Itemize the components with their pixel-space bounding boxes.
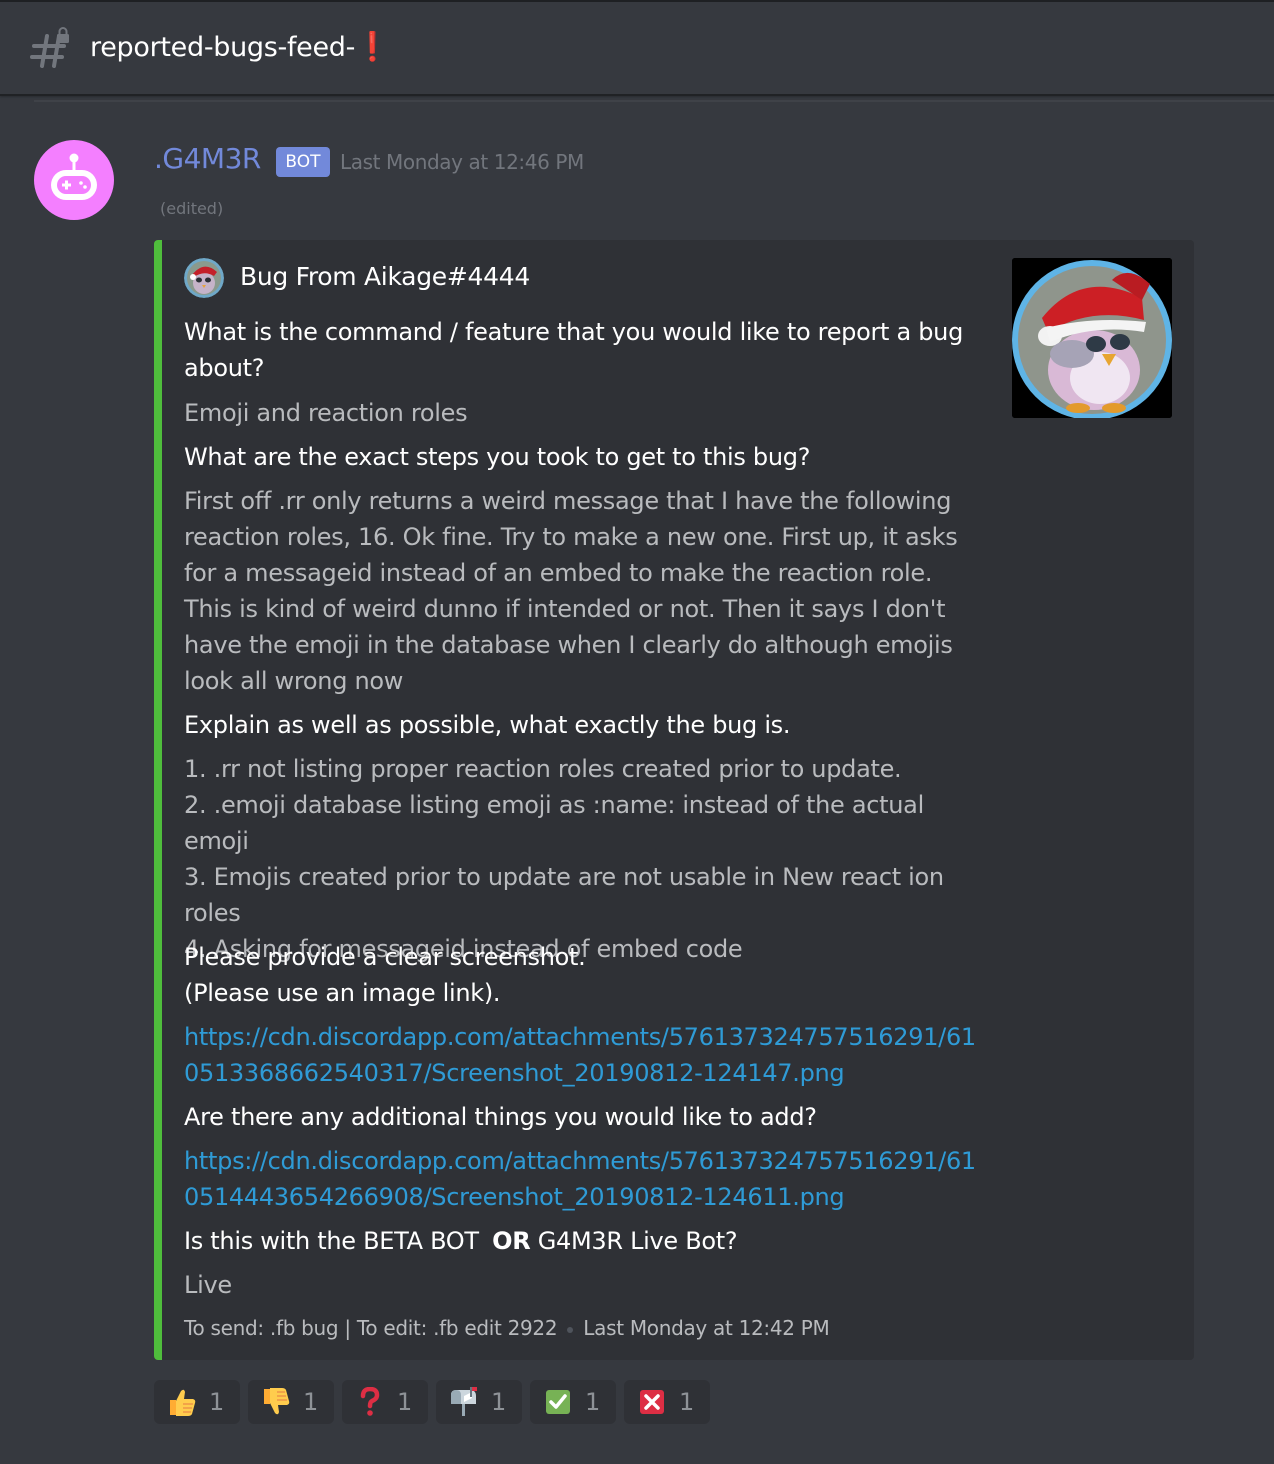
edited-indicator: (edited)	[160, 199, 224, 218]
footer-text: To send: .fb bug | To edit: .fb edit 292…	[184, 1316, 558, 1340]
embed-field-5: Are there any additional things you woul…	[184, 1099, 984, 1135]
reaction-check[interactable]: 1	[530, 1380, 616, 1424]
reaction-question[interactable]: 1	[342, 1380, 428, 1424]
reaction-count: 1	[397, 1388, 413, 1416]
list-item: 2. .emoji database listing emoji as :nam…	[184, 791, 924, 855]
field-name: What is the command / feature that you w…	[184, 318, 964, 382]
embed-field-6-value: Live	[184, 1267, 984, 1303]
reaction-count: 1	[679, 1388, 695, 1416]
field-name: Are there any additional things you woul…	[184, 1103, 817, 1131]
channel-header: reported-bugs-feed-❗	[0, 0, 1274, 96]
reaction-count: 1	[585, 1388, 601, 1416]
footer-separator	[567, 1326, 574, 1333]
embed-field-2: What are the exact steps you took to get…	[184, 439, 984, 475]
cross-mark-icon	[640, 1390, 664, 1414]
message-timestamp: Last Monday at 12:46 PM	[340, 150, 584, 174]
reaction-count: 1	[491, 1388, 507, 1416]
mailbox-icon	[451, 1387, 477, 1416]
field-name-line: Please provide a clear screenshot.	[184, 943, 586, 971]
embed-author-avatar	[184, 258, 224, 298]
screenshot-link-1[interactable]: https://cdn.discordapp.com/attachments/5…	[184, 1019, 984, 1091]
header-divider	[34, 100, 1274, 102]
question-mark-icon	[360, 1387, 380, 1416]
furby-santa-hat-image	[1012, 258, 1172, 418]
check-mark-icon	[546, 1390, 570, 1414]
reaction-cross[interactable]: 1	[624, 1380, 710, 1424]
embed-field-5-value: https://cdn.discordapp.com/attachments/5…	[184, 1143, 984, 1215]
field-name-pre: Is this with the BETA BOT	[184, 1227, 487, 1255]
robot-controller-icon	[51, 153, 97, 200]
message-author[interactable]: .G4M3R	[154, 142, 261, 175]
reaction-thumbs-down[interactable]: 1	[248, 1380, 334, 1424]
field-name-line: (Please use an image link).	[184, 979, 501, 1007]
embed-field-6: Is this with the BETA BOT OR G4M3R Live …	[184, 1223, 984, 1259]
list-item: 1. .rr not listing proper reaction roles…	[184, 755, 902, 783]
field-name-post: G4M3R Live Bot?	[530, 1227, 738, 1255]
embed-field-3-value: 1. .rr not listing proper reaction roles…	[184, 751, 984, 967]
embed-footer: To send: .fb bug | To edit: .fb edit 292…	[184, 1316, 830, 1340]
embed-field-3: Explain as well as possible, what exactl…	[184, 707, 984, 743]
embed-field-1-value: Emoji and reaction roles	[184, 395, 984, 431]
field-value: Live	[184, 1271, 232, 1299]
reaction-mailbox[interactable]: 1	[436, 1380, 522, 1424]
embed-author-name: Bug From Aikage#4444	[240, 262, 530, 291]
list-item: 3. Emojis created prior to update are no…	[184, 863, 944, 927]
reaction-count: 1	[209, 1388, 225, 1416]
channel-name-text: reported-bugs-feed-	[90, 32, 356, 63]
thumbs-down-icon	[264, 1388, 290, 1415]
screenshot-link-2[interactable]: https://cdn.discordapp.com/attachments/5…	[184, 1143, 984, 1215]
channel-title: reported-bugs-feed-❗	[90, 30, 390, 63]
bot-tag: BOT	[276, 147, 330, 177]
exclamation-icon: ❗	[355, 30, 390, 63]
avatar[interactable]	[34, 140, 114, 220]
embed-thumbnail[interactable]	[1012, 258, 1172, 418]
footer-timestamp: Last Monday at 12:42 PM	[583, 1316, 830, 1340]
embed-field-1: What is the command / feature that you w…	[184, 314, 984, 386]
field-name-bold: OR	[492, 1227, 531, 1255]
embed-field-2-value: First off .rr only returns a weird messa…	[184, 483, 984, 699]
embed-field-4: Please provide a clear screenshot. (Plea…	[184, 939, 984, 1011]
embed-field-4-value: https://cdn.discordapp.com/attachments/5…	[184, 1019, 984, 1091]
locked-hash-channel-icon	[30, 27, 69, 68]
reaction-thumbs-up[interactable]: 1	[154, 1380, 240, 1424]
reaction-count: 1	[303, 1388, 319, 1416]
field-value: First off .rr only returns a weird messa…	[184, 487, 958, 695]
field-name: Explain as well as possible, what exactl…	[184, 711, 791, 739]
field-value: Emoji and reaction roles	[184, 399, 468, 427]
field-name: What are the exact steps you took to get…	[184, 443, 811, 471]
thumbs-up-icon	[170, 1389, 196, 1416]
